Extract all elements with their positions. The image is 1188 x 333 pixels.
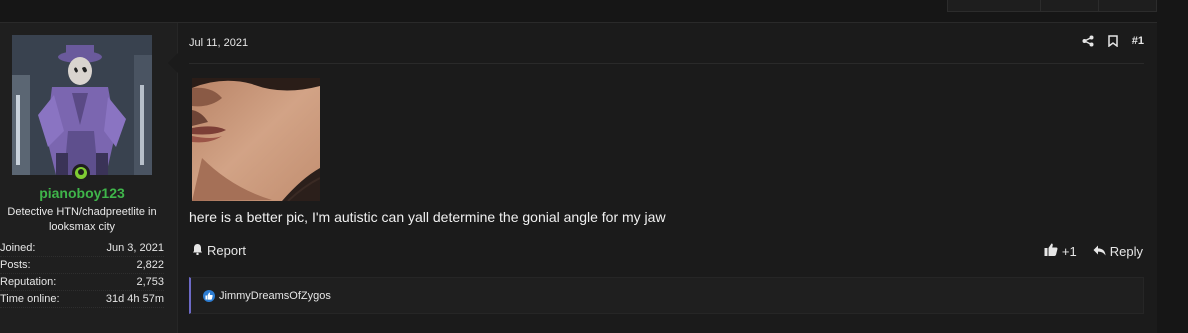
reactions-user-link[interactable]: JimmyDreamsOfZygos [219, 290, 331, 302]
attached-photo [192, 78, 320, 201]
post-header-divider [189, 63, 1144, 64]
stat-label: Time online: [0, 293, 60, 305]
user-cell-arrow [168, 53, 178, 73]
user-title: Detective HTN/chadpreetlite in looksmax … [7, 206, 157, 233]
avatar[interactable] [12, 35, 152, 175]
like-count: +1 [1061, 243, 1077, 259]
post-date[interactable]: Jul 11, 2021 [189, 37, 248, 49]
page-gutter [1157, 0, 1188, 333]
post-main-cell: Jul 11, 2021 #1 here is a better pic, I'… [178, 23, 1157, 333]
stat-value: 31d 4h 57m [105, 293, 164, 305]
post-actions-right: +1 Reply [1044, 243, 1143, 259]
post-user-cell: pianoboy123 Detective HTN/chadpreetlite … [0, 23, 178, 333]
stat-reputation: Reputation: 2,753 [0, 274, 164, 291]
stat-label: Reputation: [0, 276, 57, 288]
bookmark-icon[interactable] [1108, 35, 1118, 47]
stat-time-online: Time online: 31d 4h 57m [0, 291, 164, 308]
share-icon[interactable] [1082, 35, 1094, 47]
reply-label: Reply [1109, 243, 1143, 259]
post-message: here is a better pic, I'm autistic can y… [189, 209, 666, 225]
stat-posts: Posts: 2,822 [0, 257, 164, 274]
thread-toolbar [947, 0, 1157, 12]
reactions-bar: JimmyDreamsOfZygos [189, 277, 1144, 314]
online-status-icon [72, 164, 90, 182]
post-actions-left: Report [192, 243, 246, 258]
stat-label: Joined: [0, 242, 36, 254]
report-label: Report [207, 243, 247, 258]
toolbar-divider [1098, 0, 1099, 11]
stat-value: 2,753 [136, 276, 164, 288]
like-button[interactable]: +1 [1044, 243, 1077, 259]
toolbar-divider [1040, 0, 1041, 11]
avatar-image [12, 35, 152, 175]
report-button[interactable]: Report [192, 243, 246, 258]
like-reaction-icon [203, 289, 215, 302]
reply-button[interactable]: Reply [1093, 244, 1143, 259]
thumbs-up-icon [1044, 243, 1058, 259]
post-attributes: #1 [1082, 35, 1144, 47]
stat-value: 2,822 [136, 259, 164, 271]
stat-joined: Joined: Jun 3, 2021 [0, 240, 164, 257]
post-number[interactable]: #1 [1132, 35, 1144, 47]
thread-page: pianoboy123 Detective HTN/chadpreetlite … [0, 0, 1188, 333]
attached-image[interactable] [192, 78, 320, 201]
username[interactable]: pianoboy123 [0, 185, 164, 201]
reply-icon [1093, 244, 1106, 259]
stat-value: Jun 3, 2021 [106, 242, 165, 254]
bell-icon [192, 243, 203, 258]
stat-label: Posts: [0, 259, 31, 271]
user-stats: Joined: Jun 3, 2021 Posts: 2,822 Reputat… [0, 240, 164, 308]
post: pianoboy123 Detective HTN/chadpreetlite … [0, 22, 1157, 333]
